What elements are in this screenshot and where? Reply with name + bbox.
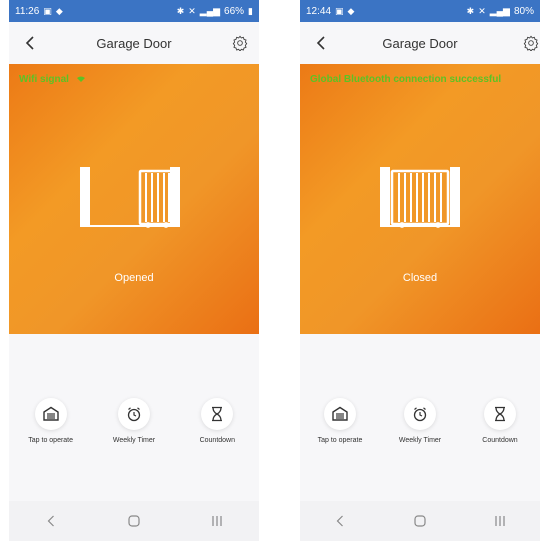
countdown-button[interactable]: Countdown — [177, 398, 257, 444]
system-back-button[interactable] — [36, 506, 66, 536]
garage-gate-closed-graphic — [380, 167, 460, 228]
sliding-gate-panel — [138, 169, 176, 228]
system-home-button[interactable] — [119, 506, 149, 536]
chevron-left-icon — [47, 515, 54, 527]
status-time: 11:26 — [15, 5, 40, 17]
settings-button[interactable] — [520, 32, 540, 54]
signal-icon: ▂▄▆ — [489, 5, 510, 16]
alarm-clock-icon — [127, 407, 141, 422]
garage-icon — [332, 406, 348, 421]
home-icon — [414, 515, 426, 527]
alarm-clock-icon — [413, 407, 427, 422]
gear-icon — [523, 35, 539, 51]
image-notification-icon: ▣ — [43, 5, 52, 16]
wifi-icon — [76, 76, 85, 83]
back-button[interactable] — [19, 31, 41, 55]
door-state-label: Opened — [114, 272, 154, 284]
chevron-left-icon — [316, 36, 325, 50]
gear-icon — [232, 35, 248, 51]
page-title: Garage Door — [382, 35, 458, 51]
mute-icon: ✕ — [188, 5, 196, 16]
connection-status: Global Bluetooth connection successful — [310, 74, 501, 85]
system-back-button[interactable] — [325, 506, 355, 536]
door-status-panel: Wifi signal Opened — [9, 64, 259, 334]
system-recents-button[interactable] — [202, 506, 232, 536]
system-navigation-bar — [9, 501, 259, 541]
connection-text: Wifi signal — [19, 74, 69, 85]
control-label: Countdown — [199, 437, 236, 444]
signal-icon: ▂▄▆ — [199, 5, 221, 16]
battery-percent: 66% — [224, 5, 245, 17]
shield-notification-icon: ◆ — [55, 5, 63, 16]
garage-icon — [42, 406, 59, 421]
chevron-left-icon — [336, 515, 343, 527]
control-bar: Tap to operate Weekly Timer Countdown — [9, 398, 259, 444]
status-bar: 12:44 ▣ ◆ ✱ ✕ ▂▄▆ 80% — [300, 0, 540, 22]
control-label: Tap to operate — [317, 437, 363, 444]
control-label: Weekly Timer — [112, 437, 156, 444]
tap-to-operate-button[interactable]: Tap to operate — [300, 398, 380, 444]
system-navigation-bar — [300, 501, 540, 541]
hourglass-icon — [495, 406, 505, 422]
settings-button[interactable] — [229, 32, 251, 54]
status-bar: 11:26 ▣ ◆ ✱ ✕ ▂▄▆ 66% ▮ — [9, 0, 259, 22]
system-home-button[interactable] — [405, 506, 435, 536]
phone-screen-opened: 11:26 ▣ ◆ ✱ ✕ ▂▄▆ 66% ▮ Garage Door Wifi… — [9, 0, 259, 541]
image-notification-icon: ▣ — [335, 5, 344, 16]
status-time: 12:44 — [306, 5, 332, 17]
top-navigation: Garage Door — [300, 22, 540, 64]
sliding-gate-panel — [390, 169, 450, 228]
door-state-label: Closed — [402, 272, 438, 284]
weekly-timer-button[interactable]: Weekly Timer — [380, 398, 460, 444]
garage-gate-open-graphic — [80, 167, 180, 228]
tap-to-operate-button[interactable]: Tap to operate — [11, 398, 91, 444]
recents-icon — [212, 516, 222, 526]
chevron-left-icon — [25, 36, 34, 50]
connection-status: Wifi signal — [19, 74, 85, 85]
countdown-button[interactable]: Countdown — [460, 398, 540, 444]
control-bar: Tap to operate Weekly Timer Countdown — [300, 398, 540, 444]
hourglass-icon — [212, 406, 223, 422]
mute-icon: ✕ — [478, 5, 486, 16]
control-label: Tap to operate — [28, 437, 74, 444]
connection-text: Global Bluetooth connection successful — [310, 74, 502, 85]
battery-icon: ▮ — [248, 5, 253, 16]
home-icon — [128, 515, 140, 527]
control-label: Weekly Timer — [398, 437, 442, 444]
battery-percent: 80% — [513, 5, 534, 17]
door-status-panel: Global Bluetooth connection successful C… — [300, 64, 540, 334]
back-button[interactable] — [310, 31, 332, 55]
weekly-timer-button[interactable]: Weekly Timer — [94, 398, 174, 444]
recents-icon — [495, 516, 505, 526]
page-title: Garage Door — [96, 35, 172, 51]
shield-notification-icon: ◆ — [347, 5, 355, 16]
control-label: Countdown — [482, 437, 518, 444]
bluetooth-icon: ✱ — [466, 5, 475, 16]
top-navigation: Garage Door — [9, 22, 259, 64]
bluetooth-icon: ✱ — [176, 5, 185, 16]
phone-screen-closed: 12:44 ▣ ◆ ✱ ✕ ▂▄▆ 80% Garage Door Global… — [300, 0, 540, 541]
system-recents-button[interactable] — [485, 506, 515, 536]
